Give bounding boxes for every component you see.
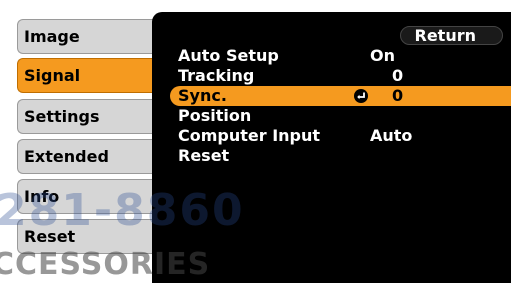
menu-row-reset[interactable]: Reset [170,146,511,166]
row-label: Tracking [178,66,255,85]
row-value: Auto [370,126,413,145]
row-label: Reset [178,146,230,165]
tab-settings[interactable]: Settings [17,99,154,134]
menu-tabs: Image Signal Settings Extended Info Rese… [0,0,160,283]
tab-info[interactable]: Info [17,179,154,214]
menu-row-computer-input[interactable]: Computer Input Auto [170,126,511,146]
enter-icon [354,89,368,103]
row-value: 0 [392,66,404,85]
tab-reset[interactable]: Reset [17,219,154,254]
row-label: Position [178,106,252,125]
tab-image[interactable]: Image [17,19,154,54]
menu-row-sync[interactable]: Sync. 0 [170,86,511,106]
menu-row-position[interactable]: Position [170,106,511,126]
tab-signal[interactable]: Signal [17,58,154,93]
row-label: Computer Input [178,126,321,145]
return-button[interactable]: Return [400,26,503,45]
row-value: On [370,46,395,65]
row-label: Auto Setup [178,46,279,65]
menu-row-auto-setup[interactable]: Auto Setup On [170,46,511,66]
menu-row-tracking[interactable]: Tracking 0 [170,66,511,86]
tab-extended[interactable]: Extended [17,139,154,174]
row-value: 0 [392,86,404,105]
row-label: Sync. [178,86,227,105]
